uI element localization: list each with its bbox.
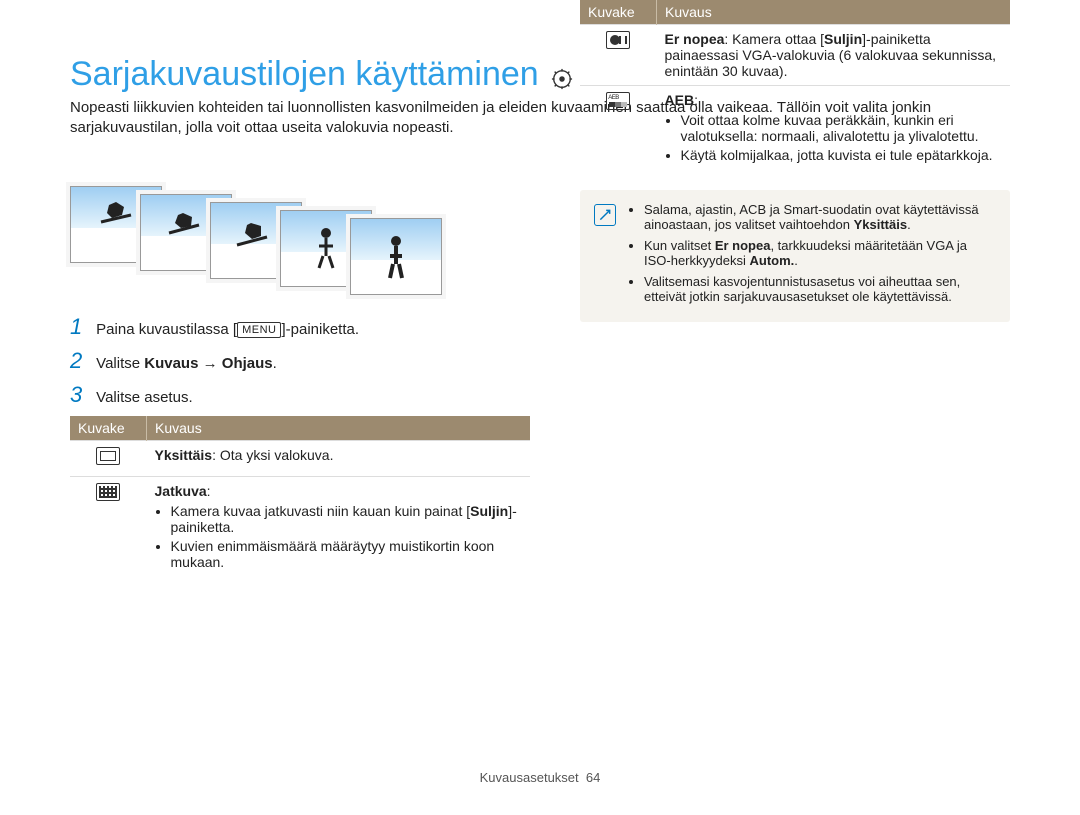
motion-icon	[606, 31, 630, 49]
th-desc: Kuvaus	[147, 416, 531, 441]
step-1: 1 Paina kuvaustilassa [MENU]-painiketta.	[70, 314, 530, 340]
th-desc: Kuvaus	[657, 0, 1011, 24]
continuous-icon	[96, 483, 120, 501]
step-3: 3 Valitse asetus.	[70, 382, 530, 408]
note-box: Salama, ajastin, ACB ja Smart-suodatin o…	[580, 190, 1010, 322]
option-motion: Er nopea: Kamera ottaa [Suljin]-painiket…	[657, 24, 1011, 85]
info-icon	[594, 204, 616, 226]
step-2: 2 Valitse Kuvaus → Ohjaus.	[70, 348, 530, 374]
mode-dial-icon	[551, 68, 573, 94]
options-table-left: Kuvake Kuvaus Yksittäis: Ota yksi valoku…	[70, 416, 530, 579]
th-icon: Kuvake	[70, 416, 147, 441]
options-table-right: Kuvake Kuvaus Er nopea: Kamera ottaa [Su…	[580, 0, 1010, 172]
note-2: Kun valitset Er nopea, tarkkuudeksi määr…	[644, 238, 996, 268]
aeb-icon	[606, 92, 630, 110]
single-icon	[96, 447, 120, 465]
option-continuous: Jatkuva: Kamera kuvaa jatkuvasti niin ka…	[147, 476, 531, 579]
note-3: Valitsemasi kasvojentunnistusasetus voi …	[644, 274, 996, 304]
note-1: Salama, ajastin, ACB ja Smart-suodatin o…	[644, 202, 996, 232]
option-aeb: AEB: Voit ottaa kolme kuvaa peräkkäin, k…	[657, 85, 1011, 172]
page-title: Sarjakuvaustilojen käyttäminen	[70, 55, 539, 94]
burst-illustration	[70, 186, 540, 306]
page-footer: Kuvausasetukset 64	[0, 770, 1080, 785]
th-icon: Kuvake	[580, 0, 657, 24]
menu-button-label: MENU	[237, 322, 281, 338]
option-single: Yksittäis: Ota yksi valokuva.	[147, 440, 531, 476]
